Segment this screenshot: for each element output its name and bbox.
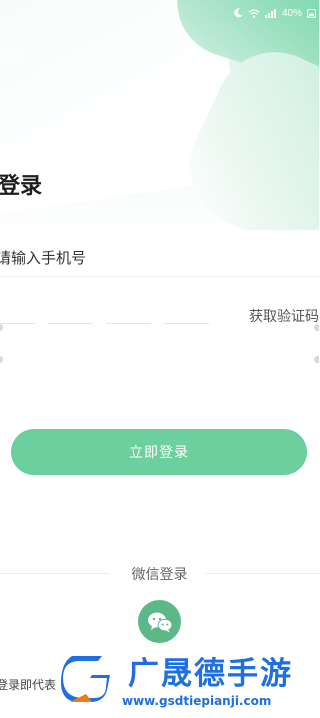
phone-input[interactable] [0, 240, 319, 276]
battery-icon [307, 8, 316, 18]
code-digit-box[interactable] [48, 300, 93, 324]
decor-dot [314, 324, 319, 331]
watermark-logo-icon [57, 652, 114, 706]
decor-dot [0, 356, 3, 363]
decor-dot [0, 324, 3, 331]
agreement-text: 登录即代表 [0, 678, 57, 692]
wechat-login-button[interactable] [138, 600, 181, 643]
wifi-icon [248, 8, 260, 18]
decor-dot [314, 356, 319, 363]
wechat-login-divider: 微信登录 [0, 562, 319, 584]
code-digit-box[interactable] [106, 300, 151, 324]
moon-icon [234, 8, 243, 18]
verification-code-boxes[interactable] [0, 300, 209, 324]
code-digit-box[interactable] [164, 300, 209, 324]
login-screen: 40% 返回 登录 获取验证码 立即登录 微信登录 [0, 0, 319, 718]
battery-level: 40% [281, 7, 302, 19]
status-bar: 40% [234, 6, 317, 20]
header-background [0, 0, 319, 230]
back-button[interactable]: 返回 [0, 47, 22, 64]
get-code-button[interactable]: 获取验证码 [249, 306, 319, 326]
watermark-url: www.gsdtiepianji.com [122, 694, 272, 708]
watermark-brand-name: 广晟德手游 [128, 656, 293, 692]
phone-input-underline [0, 276, 319, 277]
wechat-icon [147, 612, 172, 632]
login-button[interactable]: 立即登录 [11, 429, 307, 475]
code-digit-box[interactable] [0, 300, 35, 324]
watermark: 广晟德手游 www.gsdtiepianji.com [56, 646, 319, 712]
wechat-login-label: 微信登录 [131, 566, 188, 582]
page-title: 登录 [0, 173, 43, 198]
signal-icon [264, 8, 276, 18]
